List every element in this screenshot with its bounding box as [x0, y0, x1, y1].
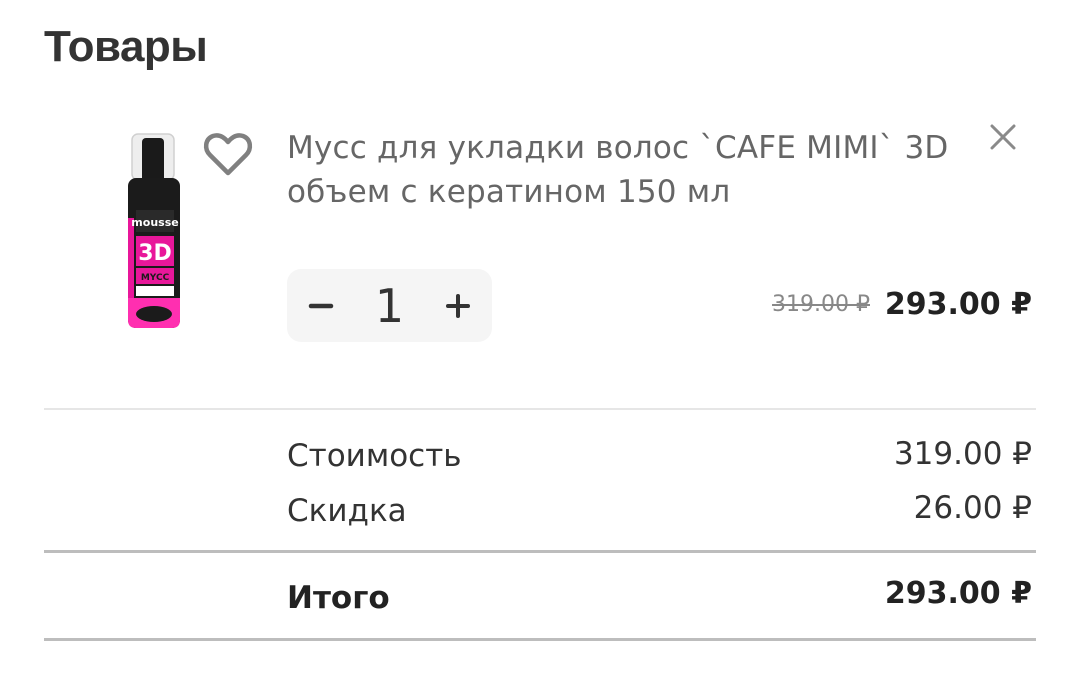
cost-label: Стоимость [287, 438, 462, 474]
discount-label: Скидка [287, 493, 407, 529]
decrease-quantity-button[interactable] [301, 276, 341, 336]
minus-icon [308, 303, 334, 308]
product-image[interactable]: mousse 3D MYCC [112, 128, 194, 334]
svg-text:MYCC: MYCC [141, 273, 170, 283]
quantity-value: 1 [374, 278, 405, 333]
close-icon [990, 124, 1016, 150]
current-price: 293.00 ₽ [884, 287, 1032, 322]
remove-item-button[interactable] [984, 118, 1022, 156]
total-value: 293.00 ₽ [884, 576, 1032, 611]
favorite-button[interactable] [200, 128, 256, 180]
plus-icon [446, 293, 470, 318]
divider [44, 408, 1036, 410]
divider [44, 638, 1036, 641]
heart-outline-icon [203, 133, 253, 176]
cart-items-section: Товары mousse 3D MYCC Мусс для укладки в… [0, 0, 1080, 684]
increase-quantity-button[interactable] [438, 276, 478, 336]
product-name[interactable]: Мусс для укладки волос `CAFE MIMI` 3D об… [287, 126, 967, 214]
old-price: 319.00 ₽ [772, 292, 870, 317]
divider [44, 550, 1036, 553]
svg-text:3D: 3D [138, 241, 172, 266]
total-label: Итого [287, 580, 390, 616]
cost-value: 319.00 ₽ [893, 436, 1032, 472]
mousse-bottle-image: mousse 3D MYCC [128, 133, 180, 328]
discount-value: 26.00 ₽ [913, 490, 1032, 526]
quantity-stepper: 1 [287, 269, 492, 342]
section-title: Товары [44, 22, 208, 71]
svg-text:mousse: mousse [131, 216, 178, 229]
